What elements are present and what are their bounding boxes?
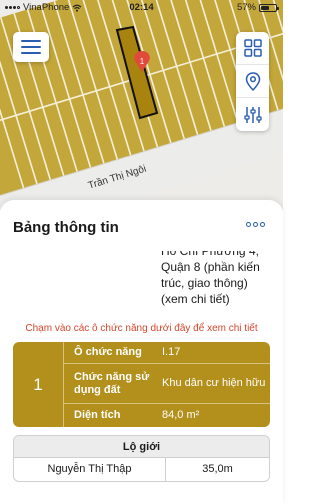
- address-cut-line: Hồ Chí Phường 4,: [161, 251, 281, 259]
- sheet-title: Bảng thông tin: [13, 219, 119, 236]
- info-label: Chức năng sử dụng đất: [74, 370, 150, 396]
- location-pin-icon: [245, 71, 260, 91]
- road-boundary-table[interactable]: Lộ giới Nguyễn Thị Thập 35,0m: [13, 435, 270, 482]
- road-name: Nguyễn Thị Thập: [14, 458, 166, 481]
- address-detail-link[interactable]: (xem chi tiết): [161, 291, 281, 307]
- status-bar: VinaPhone 02:14 57%: [0, 0, 283, 16]
- battery-fill: [261, 5, 269, 10]
- hint-text: Chạm vào các ô chức năng dưới đây để xem…: [25, 323, 258, 334]
- road-table-header: Lộ giới: [14, 436, 269, 458]
- filter-button[interactable]: [236, 98, 269, 131]
- address-cut-text: Hồ Chí Phường 4,: [161, 251, 259, 258]
- road-width: 35,0m: [202, 463, 233, 475]
- info-value: Khu dân cư hiện hữu: [162, 377, 266, 389]
- battery-percent: 57%: [236, 2, 256, 13]
- table-row[interactable]: Nguyễn Thị Thập 35,0m: [14, 458, 269, 481]
- lot-info-rows: Ô chức năng I.17 Chức năng sử dụng đất K…: [64, 342, 270, 427]
- location-button[interactable]: [236, 65, 269, 98]
- info-sheet[interactable]: Bảng thông tin Hồ Chí Phường 4, Quận 8 (…: [0, 200, 283, 504]
- info-label: Diện tích: [74, 409, 121, 421]
- more-icon[interactable]: [246, 222, 265, 227]
- info-value: 84,0 m²: [162, 409, 200, 421]
- battery-icon: [259, 3, 279, 12]
- hamburger-icon: [21, 40, 41, 54]
- info-value: I.17: [162, 346, 181, 358]
- sliders-icon: [243, 106, 262, 123]
- address-text[interactable]: Hồ Chí Phường 4, Quận 8 (phần kiến trúc,…: [161, 251, 281, 307]
- lot-info-card[interactable]: 1 Ô chức năng I.17 Chức năng sử dụng đất…: [13, 342, 270, 427]
- info-label: Ô chức năng: [74, 346, 142, 358]
- menu-button[interactable]: [13, 32, 49, 62]
- map-marker-label: 1: [140, 57, 145, 66]
- map-view[interactable]: Trần Thị Ngôi 1 VinaPhone 02:14 57%: [0, 0, 283, 210]
- address-line: trúc, giao thông): [161, 276, 248, 290]
- address-line: Quận 8 (phần kiến: [161, 260, 260, 274]
- grid-icon: [243, 39, 262, 57]
- info-row-area[interactable]: Diện tích 84,0 m²: [64, 404, 270, 427]
- info-row-land-use[interactable]: Chức năng sử dụng đất Khu dân cư hiện hữ…: [64, 364, 270, 404]
- battery-group: 57%: [236, 2, 279, 13]
- lot-number: 1: [13, 342, 64, 427]
- info-row-function-cell[interactable]: Ô chức năng I.17: [64, 342, 270, 364]
- map-tools: [236, 32, 269, 131]
- layers-button[interactable]: [236, 32, 269, 65]
